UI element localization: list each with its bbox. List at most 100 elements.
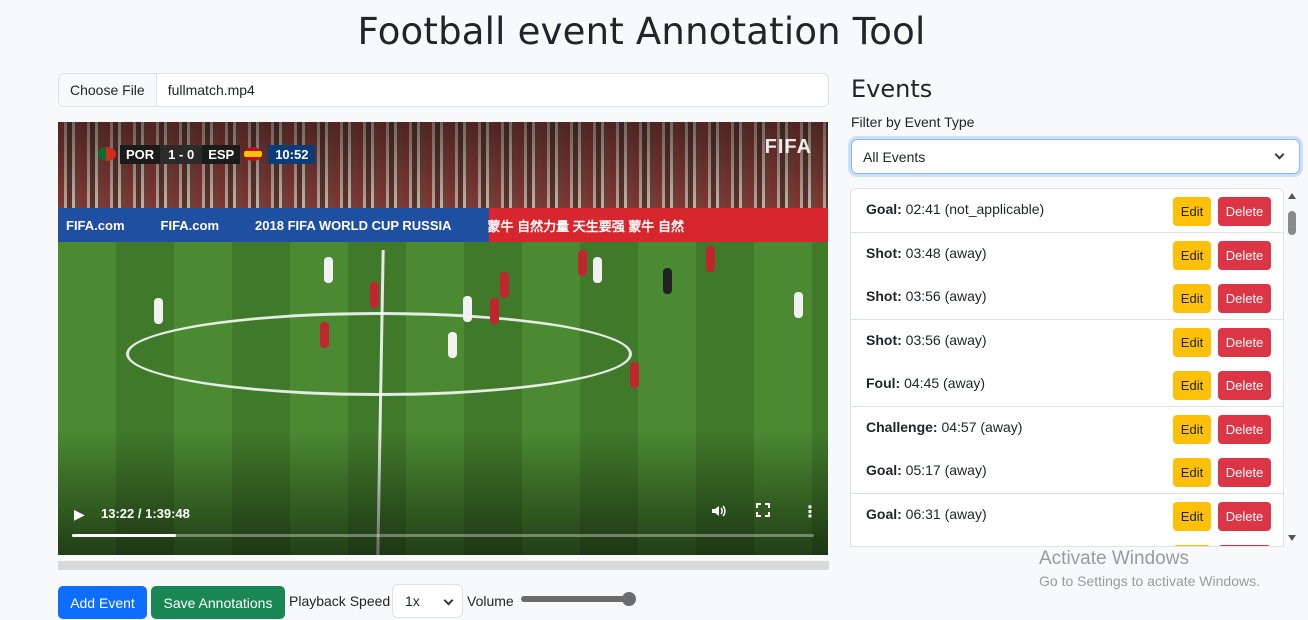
page-title: Football event Annotation Tool <box>357 10 926 53</box>
timeline-bar[interactable] <box>58 561 829 570</box>
event-text: Goal: 02:41 (not_applicable) <box>866 201 1044 217</box>
delete-button[interactable]: Delete <box>1218 197 1271 226</box>
event-row: Shot: 03:56 (away) Edit Delete <box>851 319 1283 364</box>
event-list-scrollbar[interactable] <box>1287 193 1297 541</box>
event-detail: 04:57 (away) <box>941 418 1023 435</box>
event-detail: 03:56 (away) <box>905 331 987 348</box>
edit-button[interactable]: Edit <box>1173 501 1211 531</box>
event-detail: 04:45 (away) <box>904 375 986 391</box>
event-type: Shot: <box>866 331 902 348</box>
edit-button[interactable]: Edit <box>1173 284 1211 313</box>
time-display: 13:22 / 1:39:48 <box>101 506 190 521</box>
match-clock: 10:52 <box>268 144 316 164</box>
delete-button[interactable]: Delete <box>1218 327 1271 357</box>
event-row: Edit Delete <box>851 537 1283 546</box>
home-team: POR <box>120 144 161 164</box>
edit-button[interactable]: Edit <box>1173 458 1211 487</box>
activate-windows-subtitle: Go to Settings to activate Windows. <box>1039 573 1260 589</box>
event-row: Shot: 03:56 (away) Edit Delete <box>851 276 1283 320</box>
delete-button[interactable]: Delete <box>1218 371 1271 400</box>
event-type: Foul: <box>866 375 901 391</box>
delete-button[interactable]: Delete <box>1218 458 1271 487</box>
edit-button[interactable]: Edit <box>1173 327 1211 357</box>
score: 1 - 0 <box>160 144 203 164</box>
video-controls: ▶ 13:22 / 1:39:48 ⋮ <box>58 500 828 555</box>
ad-text: 2018 FIFA WORLD CUP RUSSIA <box>255 217 452 233</box>
event-text: Shot: 03:48 (away) <box>866 245 987 261</box>
chevron-down-icon <box>1274 149 1285 160</box>
portugal-flag-icon <box>98 147 116 161</box>
scroll-thumb[interactable] <box>1288 211 1296 235</box>
event-text: Challenge: 04:57 (away) <box>866 419 1022 435</box>
volume-icon[interactable] <box>710 503 726 524</box>
file-name: fullmatch.mp4 <box>167 82 255 98</box>
seek-progress <box>72 534 176 537</box>
filter-label: Filter by Event Type <box>851 114 975 130</box>
delete-button[interactable]: Delete <box>1218 501 1271 531</box>
delete-button[interactable]: Delete <box>1218 240 1271 270</box>
add-event-button[interactable]: Add Event <box>58 586 147 619</box>
event-row: Goal: 06:31 (away) Edit Delete <box>851 493 1283 538</box>
scroll-down-icon[interactable] <box>1288 535 1296 541</box>
event-text: Foul: 04:45 (away) <box>866 375 985 391</box>
ad-text: FIFA.com <box>160 217 220 233</box>
event-row: Goal: 02:41 (not_applicable) Edit Delete <box>851 189 1283 233</box>
event-list[interactable]: Goal: 02:41 (not_applicable) Edit Delete Sh… <box>850 188 1284 547</box>
event-type: Shot: <box>866 244 902 261</box>
file-input[interactable]: Choose File fullmatch.mp4 <box>58 73 829 107</box>
edit-button[interactable]: Edit <box>1173 414 1211 444</box>
fifa-watermark: FIFA <box>764 136 812 158</box>
event-type: Goal: <box>866 201 902 217</box>
choose-file-button[interactable]: Choose File <box>59 74 157 106</box>
filter-value: All Events <box>863 148 926 165</box>
event-row: Challenge: 04:57 (away) Edit Delete <box>851 406 1283 451</box>
delete-button[interactable]: Delete <box>1218 414 1271 444</box>
event-text: Shot: 03:56 (away) <box>866 332 987 348</box>
events-title: Events <box>851 75 933 103</box>
event-type-filter[interactable]: All Events <box>851 139 1300 174</box>
seek-bar[interactable] <box>72 534 814 537</box>
volume-slider[interactable] <box>521 592 636 606</box>
ad-board: FIFA.com FIFA.com 2018 FIFA WORLD CUP RU… <box>58 208 828 242</box>
event-type: Goal: <box>866 462 902 478</box>
event-detail: 03:48 (away) <box>905 244 987 261</box>
event-detail: 02:41 (not_applicable) <box>905 201 1045 217</box>
event-text: Goal: 06:31 (away) <box>866 506 987 522</box>
event-text: Goal: 05:17 (away) <box>866 462 987 478</box>
edit-button[interactable]: Edit <box>1173 197 1211 226</box>
event-row: Goal: 05:17 (away) Edit Delete <box>851 450 1283 494</box>
event-detail: 06:31 (away) <box>905 505 987 522</box>
event-type: Goal: <box>866 505 902 522</box>
activate-windows-title: Activate Windows <box>1039 548 1189 569</box>
event-text: Shot: 03:56 (away) <box>866 288 987 304</box>
more-options-icon[interactable]: ⋮ <box>802 502 818 522</box>
edit-button[interactable]: Edit <box>1173 371 1211 400</box>
chevron-down-icon <box>443 595 454 606</box>
scorebug: POR 1 - 0 ESP 10:52 <box>94 144 316 164</box>
volume-slider-thumb[interactable] <box>622 592 636 606</box>
away-team: ESP <box>202 144 241 164</box>
event-row: Foul: 04:45 (away) Edit Delete <box>851 363 1283 407</box>
play-icon[interactable]: ▶ <box>74 506 85 523</box>
playback-speed-select[interactable]: 1x <box>392 584 463 618</box>
fullscreen-icon[interactable] <box>756 503 770 517</box>
delete-button[interactable]: Delete <box>1218 545 1271 546</box>
activate-windows-notice: Activate Windows Go to Settings to activ… <box>1039 548 1260 589</box>
event-type: Challenge: <box>866 418 938 435</box>
edit-button[interactable]: Edit <box>1173 545 1211 546</box>
event-detail: 05:17 (away) <box>905 462 987 478</box>
playback-speed-value: 1x <box>405 593 420 609</box>
save-annotations-button[interactable]: Save Annotations <box>151 586 285 619</box>
event-type: Shot: <box>866 288 902 304</box>
delete-button[interactable]: Delete <box>1218 284 1271 313</box>
edit-button[interactable]: Edit <box>1173 240 1211 270</box>
spain-flag-icon <box>244 147 263 161</box>
scroll-up-icon[interactable] <box>1288 193 1296 199</box>
ad-text: FIFA.com <box>66 217 125 233</box>
ad-text: 蒙牛 自然力量 天生要强 蒙牛 自然 <box>487 218 684 234</box>
volume-label: Volume <box>467 593 514 609</box>
playback-speed-label: Playback Speed <box>289 593 391 609</box>
event-detail: 03:56 (away) <box>905 288 987 304</box>
event-row: Shot: 03:48 (away) Edit Delete <box>851 232 1283 277</box>
video-player[interactable]: FIFA.com FIFA.com 2018 FIFA WORLD CUP RU… <box>58 122 828 555</box>
